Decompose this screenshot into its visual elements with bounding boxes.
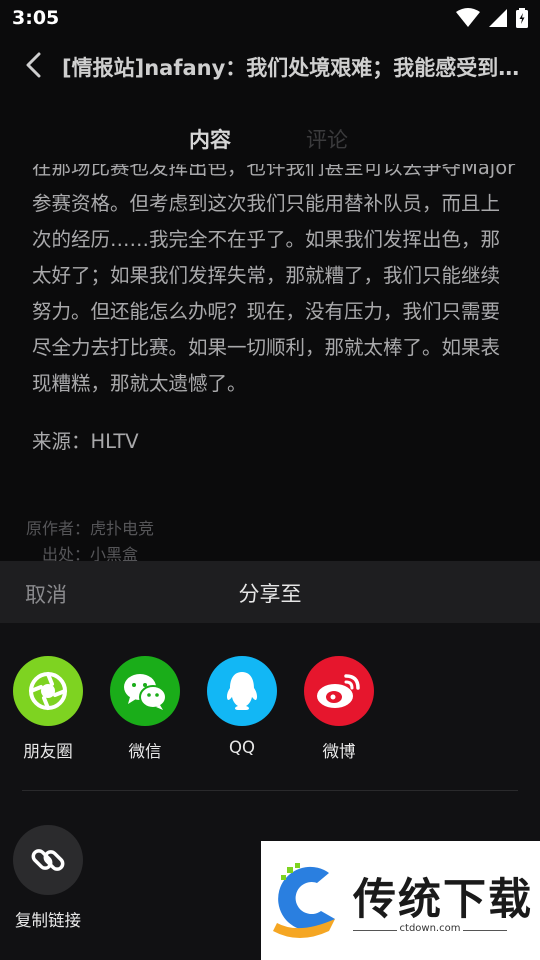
share-weibo-label: 微博 [322, 742, 356, 761]
copy-link-button[interactable]: 复制链接 [3, 825, 93, 931]
share-moments-button[interactable]: 朋友圈 [3, 656, 93, 762]
share-moments-label: 朋友圈 [23, 742, 73, 761]
article-body: 在那场比赛也发挥出色，也许我们甚至可以去争夺Major参赛资格。但考虑到这次我们… [32, 150, 518, 560]
wechat-icon [110, 656, 180, 726]
wifi-icon [456, 8, 480, 28]
share-qq-label: QQ [229, 738, 255, 757]
watermark-rule-right [463, 930, 507, 931]
status-icons [456, 7, 528, 29]
chevron-left-icon [24, 52, 42, 82]
share-sheet-header: 取消 分享至 [0, 561, 540, 623]
share-weibo-button[interactable]: 微博 [294, 656, 384, 762]
watermark: 传统下载 ctdown.com [261, 841, 540, 960]
share-wechat-label: 微信 [128, 742, 162, 761]
moments-icon [13, 656, 83, 726]
copy-link-label: 复制链接 [15, 911, 81, 930]
scroll-clip [32, 150, 518, 164]
watermark-logo-icon [269, 861, 347, 945]
signal-icon [488, 8, 508, 28]
share-sheet-title: 分享至 [238, 582, 302, 606]
article-source: 来源：HLTV [32, 430, 139, 453]
battery-icon [516, 8, 528, 28]
share-qq-button[interactable]: QQ [197, 656, 287, 757]
status-time: 3:05 [12, 7, 60, 29]
article-paragraph: 在那场比赛也发挥出色，也许我们甚至可以去争夺Major参赛资格。但考虑到这次我们… [32, 156, 516, 395]
watermark-brand: 传统下载 [353, 875, 533, 925]
share-divider [22, 790, 518, 791]
watermark-url: ctdown.com [399, 923, 461, 934]
share-wechat-button[interactable]: 微信 [100, 656, 190, 762]
article-author: 原作者：虎扑电竞 [26, 519, 155, 538]
status-bar: 3:05 [0, 0, 540, 36]
top-app-bar: [情报站]nafany：我们处境艰难；我能感受到… [0, 40, 540, 96]
back-button[interactable] [16, 50, 50, 84]
link-icon [13, 825, 83, 895]
qq-icon [207, 656, 277, 726]
weibo-icon [304, 656, 374, 726]
page-title: [情报站]nafany：我们处境艰难；我能感受到… [62, 56, 520, 80]
